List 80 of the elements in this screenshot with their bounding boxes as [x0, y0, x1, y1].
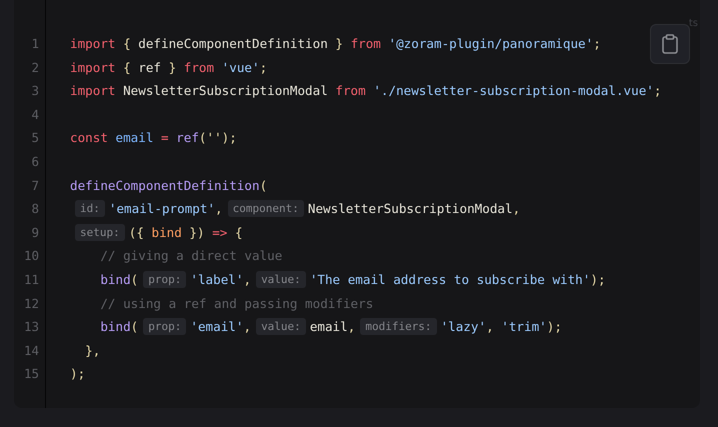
line-number: 8: [31, 201, 39, 216]
line-number: 12: [24, 296, 39, 311]
inlay-hint: modifiers:: [360, 318, 437, 336]
punctuation: ,: [348, 318, 356, 336]
line-number: 13: [24, 319, 39, 334]
punctuation: (: [130, 270, 138, 289]
line-number: 15: [24, 366, 39, 382]
punctuation: {: [122, 35, 132, 53]
identifier: email: [310, 318, 348, 336]
identifier: defineComponentDefinition: [138, 35, 328, 53]
line-number: 14: [24, 342, 39, 358]
string-literal: 'email': [190, 318, 244, 336]
line-number: 11: [24, 272, 39, 287]
string-literal: 'The email address to subscribe with': [310, 270, 590, 289]
punctuation: ;: [593, 35, 601, 53]
variable-name: email: [114, 129, 154, 148]
keyword: import: [70, 82, 116, 100]
punctuation: ,: [243, 318, 252, 336]
line-number: 1: [31, 36, 39, 51]
string-literal: 'trim': [501, 318, 547, 336]
string-literal: './newsletter-subscription-modal.vue': [372, 82, 654, 100]
punctuation: ,: [512, 200, 520, 218]
line-number: 2: [31, 60, 39, 75]
string-literal: '@zoram-plugin/panoramique': [387, 35, 594, 53]
line-number: 7: [31, 178, 39, 193]
copy-button[interactable]: [650, 24, 690, 64]
line-number: 6: [31, 154, 39, 169]
inlay-hint: prop:: [143, 318, 186, 336]
punctuation: {: [122, 58, 132, 77]
clipboard-icon: [662, 34, 678, 54]
punctuation: ;: [654, 82, 662, 100]
keyword: import: [70, 58, 116, 77]
string-literal: 'vue': [220, 58, 260, 77]
function-name: bind: [99, 318, 131, 336]
keyword: from: [184, 58, 214, 77]
code-comment: // giving a direct value: [99, 247, 282, 266]
keyword: import: [70, 35, 116, 53]
identifier: NewsletterSubscriptionModal: [122, 82, 329, 100]
keyword: from: [350, 35, 381, 53]
punctuation: }: [334, 35, 344, 53]
line-number: 9: [31, 224, 39, 240]
function-name: defineComponentDefinition: [70, 176, 260, 195]
punctuation: }): [188, 224, 206, 242]
parameter-name: bind: [152, 224, 182, 242]
string-literal: 'lazy': [440, 318, 486, 336]
identifier: NewsletterSubscriptionModal: [308, 200, 513, 218]
punctuation: );: [590, 270, 606, 289]
inlay-hint: value:: [256, 318, 306, 336]
punctuation: (: [130, 318, 138, 336]
keyword: from: [335, 82, 366, 100]
punctuation: );: [70, 365, 86, 384]
punctuation: ('');: [198, 129, 237, 148]
function-name: ref: [176, 129, 199, 148]
keyword: const: [70, 129, 108, 148]
inlay-hint: prop:: [143, 271, 186, 288]
punctuation: ,: [243, 270, 252, 289]
punctuation: (: [260, 176, 268, 195]
punctuation: {: [234, 224, 243, 242]
function-name: bind: [99, 270, 131, 289]
inlay-hint: id:: [75, 200, 105, 218]
punctuation: ;: [260, 58, 268, 77]
punctuation: }: [168, 58, 178, 77]
punctuation: ,: [486, 318, 495, 336]
punctuation: ({: [128, 224, 145, 242]
operator: =>: [212, 224, 228, 242]
punctuation: },: [84, 342, 100, 360]
line-number: 10: [24, 248, 39, 264]
code-comment: // using a ref and passing modifiers: [99, 294, 374, 313]
line-number: 5: [31, 130, 39, 146]
inlay-hint: component:: [228, 200, 304, 218]
string-literal: 'label': [190, 270, 244, 289]
operator: =: [160, 129, 170, 148]
string-literal: 'email-prompt': [108, 200, 216, 218]
punctuation: ,: [215, 200, 223, 218]
inlay-hint: setup:: [75, 224, 125, 242]
line-number: 4: [31, 106, 39, 122]
identifier: ref: [138, 58, 161, 77]
inlay-hint: value:: [256, 271, 306, 288]
punctuation: );: [546, 318, 562, 336]
line-number: 3: [31, 83, 39, 98]
